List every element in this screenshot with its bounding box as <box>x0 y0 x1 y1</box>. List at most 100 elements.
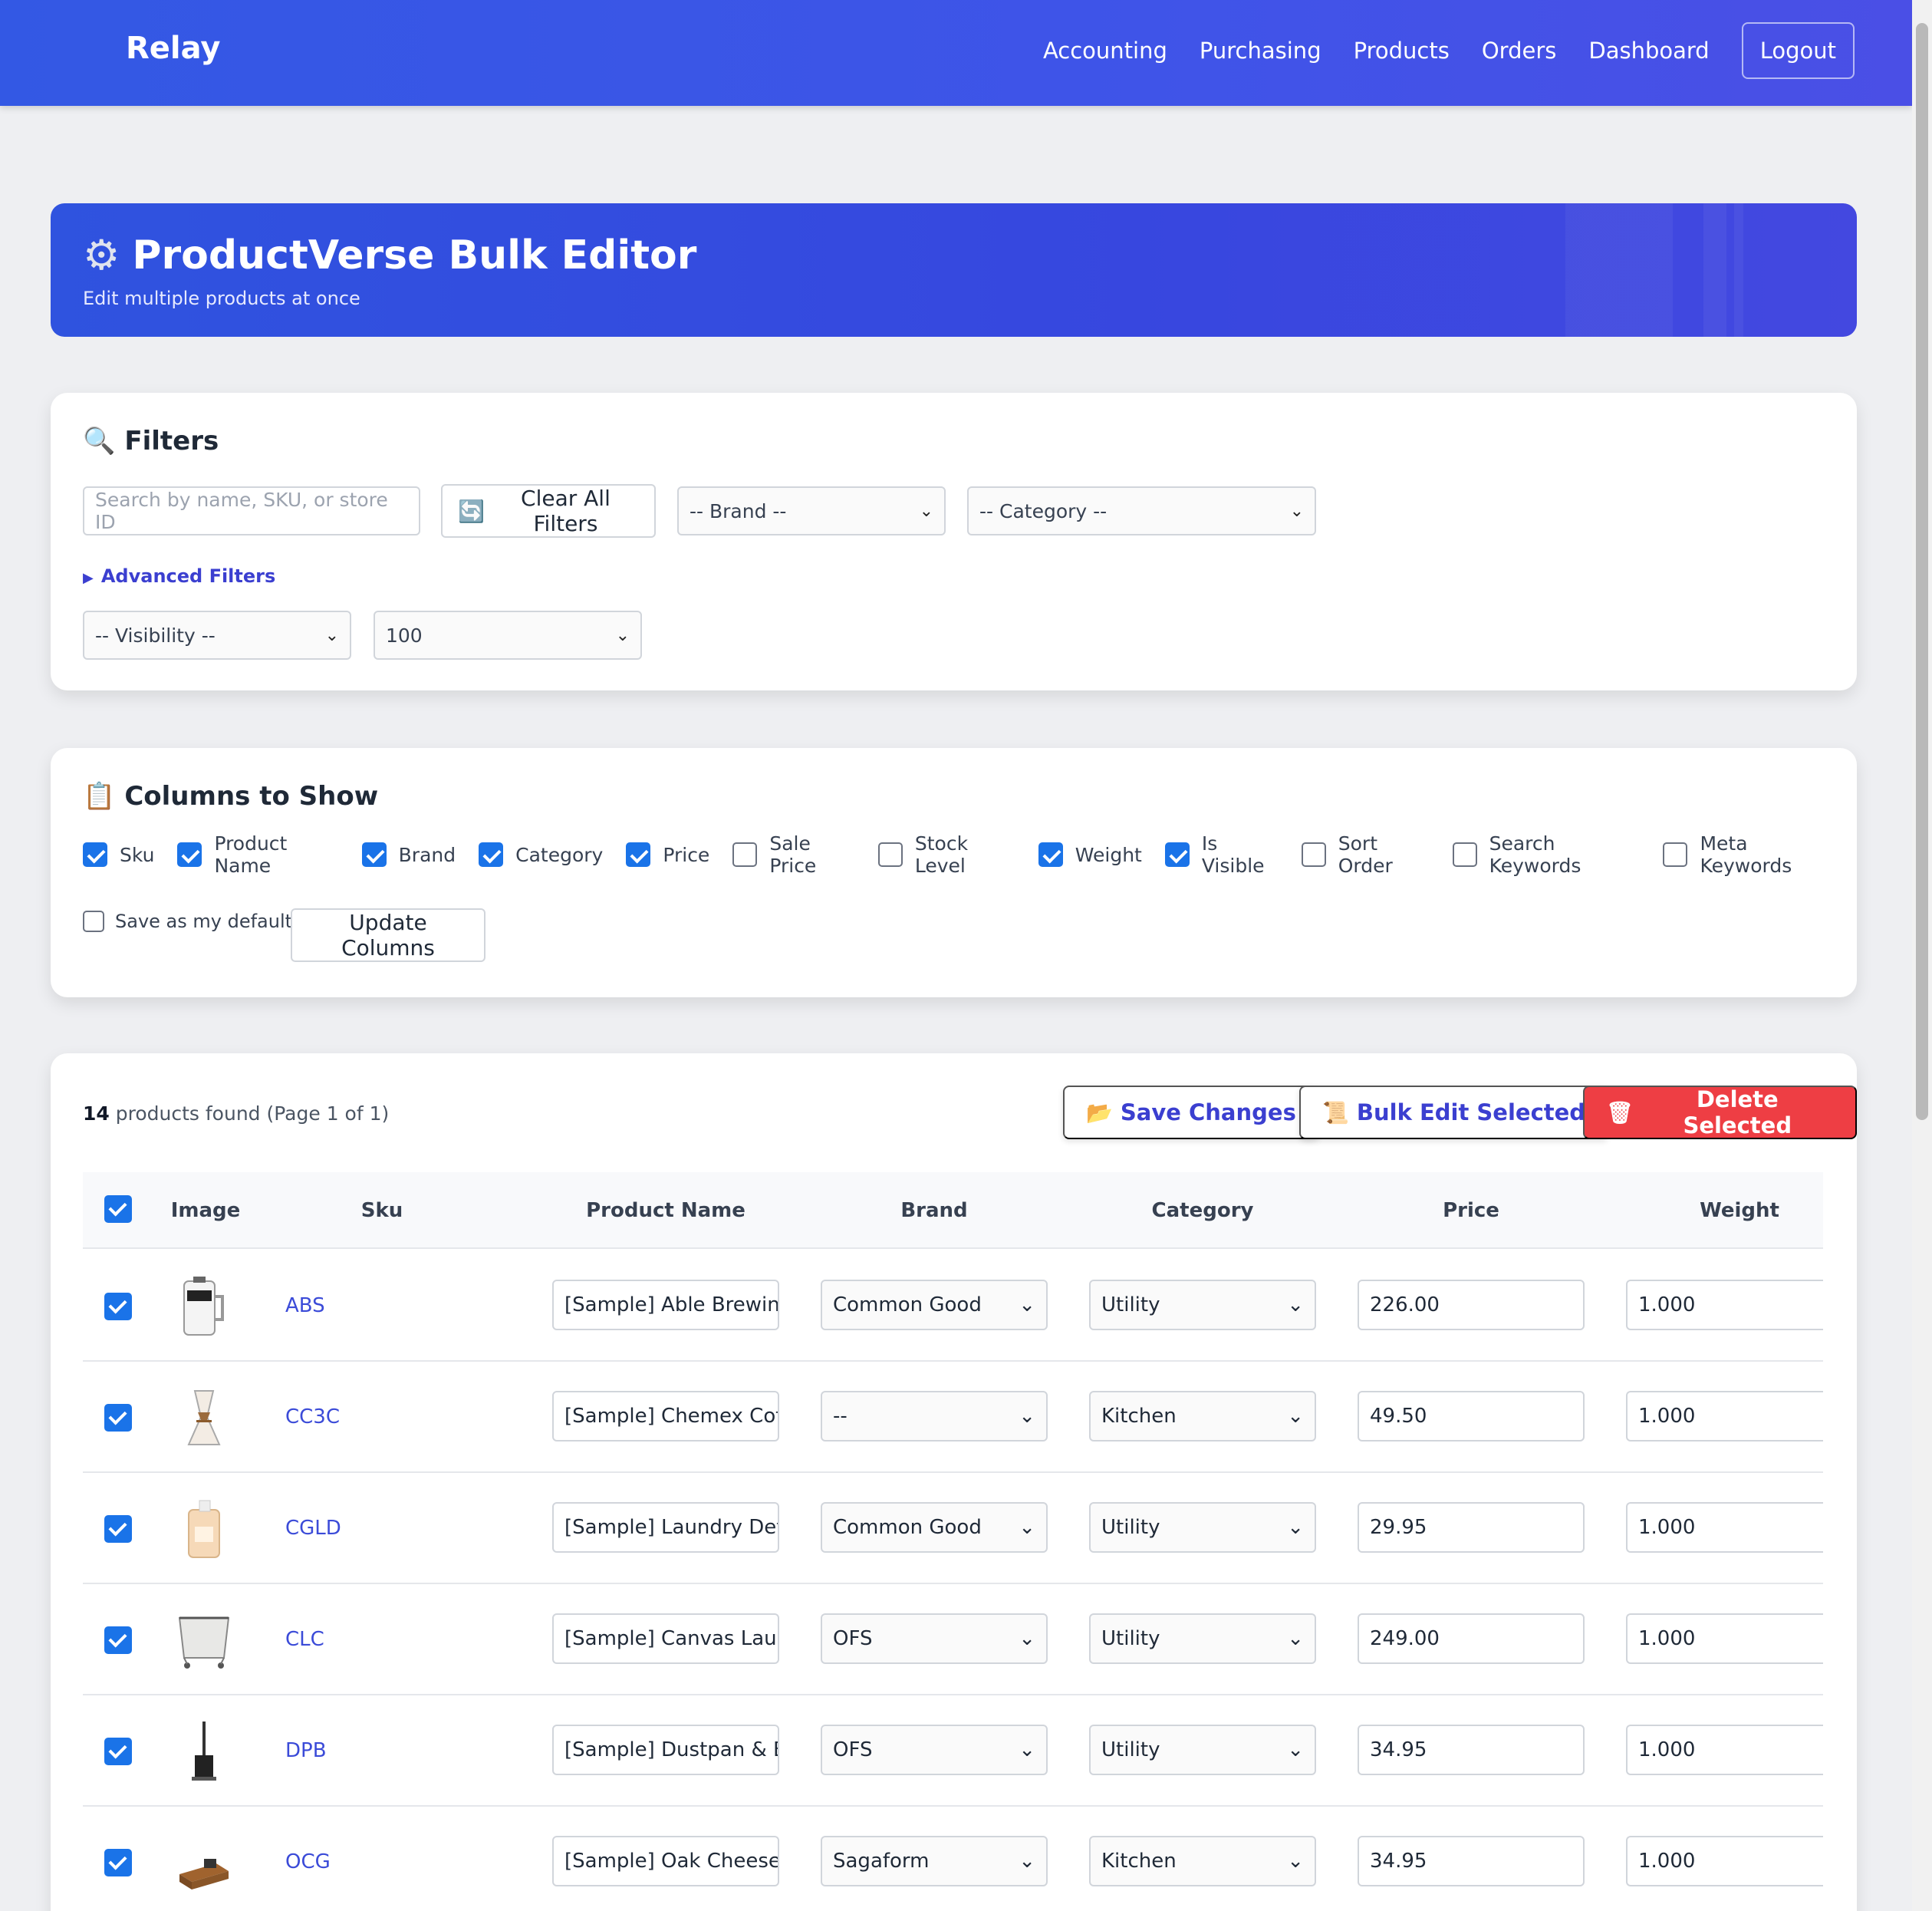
advanced-filters-toggle[interactable]: ▶ Advanced Filters <box>83 565 275 587</box>
bulk-edit-button[interactable]: 📜 Bulk Edit Selected <box>1299 1086 1609 1139</box>
delete-selected-button[interactable]: 🗑 Delete Selected <box>1583 1086 1857 1139</box>
brand-select[interactable]: Sagaform ⌄ <box>821 1836 1048 1886</box>
category-select[interactable]: -- Category -- ⌄ <box>967 486 1316 535</box>
price-input[interactable]: 29.95 <box>1358 1502 1585 1553</box>
checkbox[interactable] <box>83 842 107 867</box>
row-checkbox[interactable] <box>104 1293 132 1320</box>
save-default-checkbox[interactable] <box>83 911 104 932</box>
weight-input[interactable]: 1.000 <box>1626 1725 1823 1775</box>
search-input[interactable]: Search by name, SKU, or store ID <box>83 486 420 535</box>
column-option-meta-keywords[interactable]: Meta Keywords <box>1663 832 1834 877</box>
sku-link[interactable]: ABS <box>285 1294 325 1317</box>
product-name-input[interactable]: [Sample] Chemex Coffeemaker 3 Cup <box>552 1391 779 1441</box>
column-header-category[interactable]: Category <box>1088 1172 1318 1249</box>
checkbox[interactable] <box>732 842 758 867</box>
brand-logo[interactable]: Relay <box>126 31 220 66</box>
brand-select[interactable]: OFS ⌄ <box>821 1613 1048 1664</box>
product-name-input[interactable]: [Sample] Canvas Laundry Cart <box>552 1613 779 1664</box>
sku-link[interactable]: CC3C <box>285 1405 340 1428</box>
sku-link[interactable]: CLC <box>285 1628 324 1651</box>
row-checkbox[interactable] <box>104 1626 132 1654</box>
price-input[interactable]: 34.95 <box>1358 1836 1585 1886</box>
weight-input[interactable]: 1.000 <box>1626 1836 1823 1886</box>
product-name-input[interactable]: [Sample] Able Brewing System <box>552 1280 779 1330</box>
price-input[interactable]: 226.00 <box>1358 1280 1585 1330</box>
weight-input[interactable]: 1.000 <box>1626 1502 1823 1553</box>
category-select[interactable]: Utility ⌄ <box>1089 1502 1316 1553</box>
price-value: 34.95 <box>1370 1738 1427 1761</box>
checkbox[interactable] <box>361 842 387 867</box>
row-checkbox[interactable] <box>104 1515 132 1543</box>
column-header-price[interactable]: Price <box>1356 1172 1586 1249</box>
sku-link[interactable]: CGLD <box>285 1517 341 1540</box>
category-select[interactable]: Utility ⌄ <box>1089 1725 1316 1775</box>
column-header-weight[interactable]: Weight <box>1624 1172 1855 1249</box>
column-option-weight[interactable]: Weight <box>1038 842 1142 867</box>
checkbox[interactable] <box>479 842 504 867</box>
brand-select[interactable]: -- Brand -- ⌄ <box>677 486 946 535</box>
nav-link-products[interactable]: Products <box>1354 38 1450 64</box>
column-option-product-name[interactable]: Product Name <box>177 832 338 877</box>
column-option-category[interactable]: Category <box>479 842 603 867</box>
scrollbar-thumb[interactable] <box>1916 23 1928 1120</box>
brand-select[interactable]: Common Good ⌄ <box>821 1280 1048 1330</box>
checkbox[interactable] <box>626 842 651 867</box>
sku-link[interactable]: DPB <box>285 1739 327 1762</box>
sku-link[interactable]: OCG <box>285 1850 331 1873</box>
product-name-input[interactable]: [Sample] Laundry Detergent <box>552 1502 779 1553</box>
visibility-select[interactable]: -- Visibility -- ⌄ <box>83 611 351 660</box>
product-name-input[interactable]: [Sample] Dustpan & Brush <box>552 1725 779 1775</box>
row-checkbox[interactable] <box>104 1404 132 1432</box>
checkbox[interactable] <box>1301 842 1326 867</box>
column-option-sale-price[interactable]: Sale Price <box>732 832 855 877</box>
logout-button[interactable]: Logout <box>1741 22 1855 79</box>
save-changes-button[interactable]: 📂 Save Changes <box>1063 1086 1319 1139</box>
nav-link-accounting[interactable]: Accounting <box>1043 38 1167 64</box>
column-header-sku[interactable]: Sku <box>336 1172 428 1249</box>
brand-select[interactable]: Common Good ⌄ <box>821 1502 1048 1553</box>
nav-link-orders[interactable]: Orders <box>1482 38 1557 64</box>
brand-select[interactable]: OFS ⌄ <box>821 1725 1048 1775</box>
column-header-brand[interactable]: Brand <box>819 1172 1049 1249</box>
update-columns-button[interactable]: Update Columns <box>291 908 485 962</box>
brand-select[interactable]: -- ⌄ <box>821 1391 1048 1441</box>
per-page-select[interactable]: 100 ⌄ <box>374 611 642 660</box>
select-all-checkbox[interactable] <box>104 1195 132 1223</box>
checkbox[interactable] <box>1452 842 1477 867</box>
category-select[interactable]: Kitchen ⌄ <box>1089 1836 1316 1886</box>
column-option-search-keywords[interactable]: Search Keywords <box>1452 832 1641 877</box>
column-option-sort-order[interactable]: Sort Order <box>1301 832 1430 877</box>
column-option-stock-level[interactable]: Stock Level <box>877 832 1015 877</box>
page-scrollbar[interactable] <box>1912 0 1932 1911</box>
column-option-price[interactable]: Price <box>626 842 709 867</box>
column-option-brand[interactable]: Brand <box>361 842 456 867</box>
weight-input[interactable]: 1.000 <box>1626 1280 1823 1330</box>
category-select[interactable]: Kitchen ⌄ <box>1089 1391 1316 1441</box>
checkbox[interactable] <box>1038 842 1063 867</box>
weight-input[interactable]: 1.000 <box>1626 1391 1823 1441</box>
checkbox[interactable] <box>1164 842 1190 867</box>
save-changes-label: Save Changes <box>1120 1099 1296 1125</box>
column-header-product-name[interactable]: Product Name <box>551 1172 781 1249</box>
category-select[interactable]: Utility ⌄ <box>1089 1280 1316 1330</box>
product-name-value: [Sample] Laundry Detergent <box>564 1516 778 1539</box>
column-option-sku[interactable]: Sku <box>83 842 154 867</box>
product-name-input[interactable]: [Sample] Oak Cheese Grater <box>552 1836 779 1886</box>
checkbox[interactable] <box>1663 842 1688 867</box>
price-input[interactable]: 34.95 <box>1358 1725 1585 1775</box>
checkbox[interactable] <box>877 842 903 867</box>
checkbox[interactable] <box>177 842 202 867</box>
column-option-is-visible[interactable]: Is Visible <box>1164 832 1279 877</box>
column-header-image[interactable]: Image <box>160 1172 252 1249</box>
nav-link-dashboard[interactable]: Dashboard <box>1588 38 1709 64</box>
table-row: DPB [Sample] Dustpan & Brush OFS ⌄ Utilit… <box>83 1695 1823 1807</box>
clear-filters-button[interactable]: 🔄 Clear All Filters <box>441 484 656 538</box>
row-checkbox[interactable] <box>104 1738 132 1765</box>
nav-link-purchasing[interactable]: Purchasing <box>1200 38 1321 64</box>
price-input[interactable]: 249.00 <box>1358 1613 1585 1664</box>
category-select[interactable]: Utility ⌄ <box>1089 1613 1316 1664</box>
row-checkbox[interactable] <box>104 1849 132 1876</box>
price-input[interactable]: 49.50 <box>1358 1391 1585 1441</box>
weight-input[interactable]: 1.000 <box>1626 1613 1823 1664</box>
save-default-option[interactable]: Save as my default <box>83 911 292 932</box>
